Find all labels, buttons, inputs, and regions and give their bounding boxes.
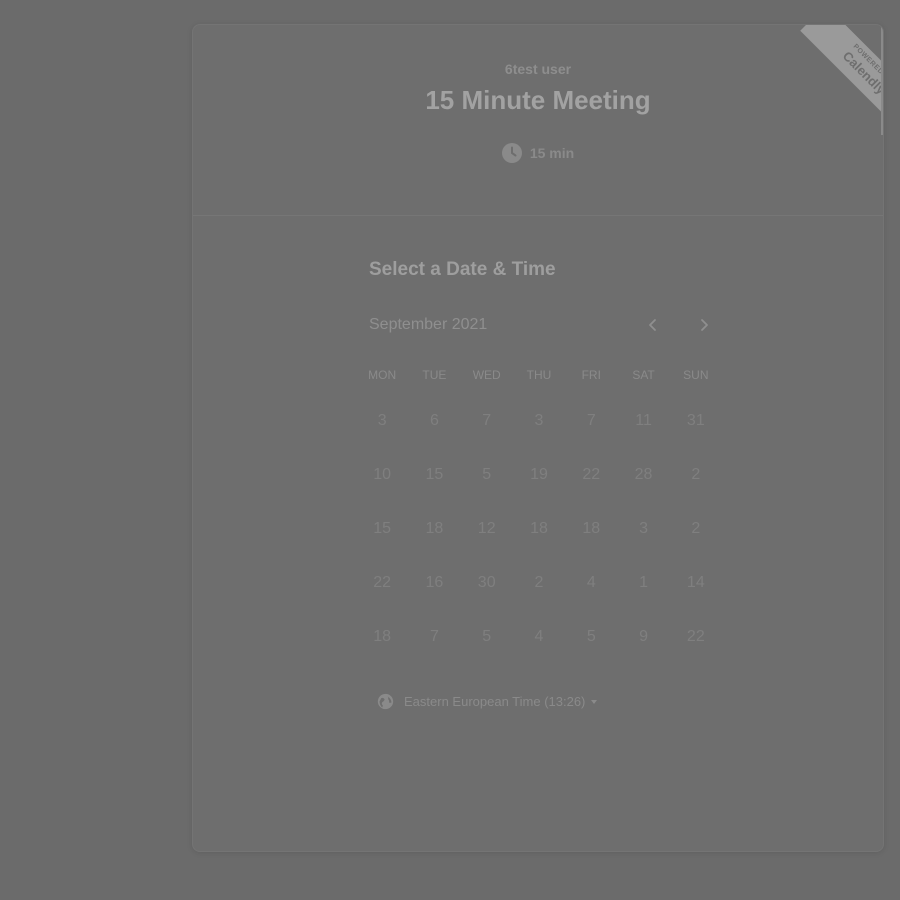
weekday-label: SAT [632, 368, 655, 382]
calendar-day: 14 [686, 574, 705, 591]
calendar-grid: 3 6 7 3 7 11 31 10 15 5 19 22 28 2 15 18… [356, 394, 722, 664]
calendar-day: 30 [477, 574, 496, 591]
calendar-day: 22 [373, 574, 392, 591]
weekday-label: WED [472, 368, 501, 382]
event-header: 6test user 15 Minute Meeting 15 min POWE… [193, 25, 883, 216]
event-duration: 15 min [193, 143, 883, 163]
calendar-day: 7 [482, 412, 492, 429]
calendar-day: 4 [586, 574, 596, 591]
calendar-day: 12 [477, 520, 496, 537]
calendar-day: 5 [482, 628, 492, 645]
calendar-day: 15 [373, 520, 392, 537]
calendar-week: 22 16 30 2 4 1 14 [356, 556, 722, 610]
timezone-selector[interactable]: Eastern European Time (13:26) [377, 693, 598, 710]
weekday-label: SUN [683, 368, 709, 382]
calendar-day: 11 [635, 412, 652, 429]
calendar-day: 3 [534, 412, 544, 429]
timezone-label: Eastern European Time (13:26) [404, 694, 586, 709]
calendar-day: 22 [582, 466, 601, 483]
calendar-day: 3 [377, 412, 387, 429]
event-title: 15 Minute Meeting [425, 85, 651, 115]
booking-card: 6test user 15 Minute Meeting 15 min POWE… [192, 24, 884, 852]
calendar-day: 28 [634, 466, 653, 483]
clock-icon [501, 143, 522, 163]
calendar-day: 1 [639, 574, 648, 591]
powered-by-ribbon[interactable]: POWERED BY Calendly [781, 25, 883, 135]
calendar-day: 2 [534, 574, 544, 591]
calendar-day: 15 [425, 466, 444, 483]
ribbon-edge [881, 25, 883, 135]
chevron-right-icon [701, 319, 708, 331]
calendar-day: 10 [373, 466, 392, 483]
globe-icon [377, 693, 394, 710]
calendar-day: 19 [530, 466, 548, 483]
section-title: Select a Date & Time [369, 259, 556, 280]
calendar-day: 9 [639, 628, 648, 645]
caret-down-icon [591, 699, 598, 704]
weekday-label: TUE [422, 368, 447, 382]
next-month-button[interactable] [692, 313, 716, 337]
weekday-header: MON TUE WED THU FRI SAT SUN [356, 368, 722, 382]
ribbon-band: POWERED BY Calendly [800, 25, 883, 135]
weekday-label: THU [526, 368, 552, 382]
owner-name: 6test user [504, 61, 572, 77]
calendar-day: 31 [686, 412, 705, 429]
calendar-day: 18 [582, 520, 601, 537]
calendar-day: 2 [691, 520, 701, 537]
calendar-day: 5 [482, 466, 492, 483]
calendar-day: 18 [425, 520, 444, 537]
calendar-week: 18 7 5 4 5 9 22 [356, 610, 722, 664]
calendar-day: 7 [586, 412, 596, 429]
calendar-day: 2 [691, 466, 701, 483]
calendar-week: 3 6 7 3 7 11 31 [356, 394, 722, 448]
chevron-left-icon [649, 319, 656, 331]
month-navigation: September 2021 [369, 313, 715, 337]
calendar-day: 5 [586, 628, 596, 645]
weekday-label: FRI [581, 368, 601, 382]
calendar-week: 10 15 5 19 22 28 2 [356, 448, 722, 502]
calendar-day: 22 [686, 628, 705, 645]
previous-month-button[interactable] [641, 313, 665, 337]
calendar-day: 6 [429, 412, 439, 429]
month-label: September 2021 [369, 316, 488, 333]
calendar-day: 4 [534, 628, 544, 645]
calendar-day: 18 [373, 628, 392, 645]
weekday-label: MON [368, 368, 397, 382]
calendar-day: 7 [429, 628, 439, 645]
calendar-day: 3 [639, 520, 648, 537]
calendar-day: 16 [425, 574, 444, 591]
duration-label: 15 min [529, 145, 575, 161]
calendar-day: 18 [530, 520, 548, 537]
calendar-week: 15 18 12 18 18 3 2 [356, 502, 722, 556]
